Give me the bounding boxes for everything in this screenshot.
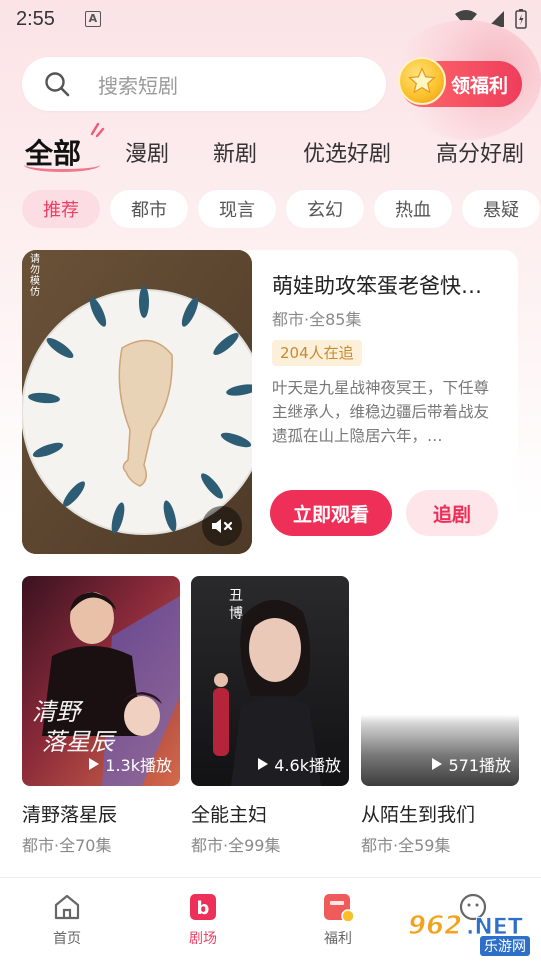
tab-new[interactable]: 新剧 bbox=[213, 136, 257, 168]
speaker-mute-icon bbox=[212, 519, 233, 533]
category-tabs: 全部 漫剧 新剧 优选好剧 高分好剧 bbox=[0, 122, 541, 178]
star-coin-icon bbox=[398, 57, 446, 105]
featured-meta: 都市·全85集 bbox=[272, 310, 362, 329]
search-placeholder: 搜索短剧 bbox=[98, 73, 178, 98]
cover-warning-text: 请勿模仿 bbox=[30, 254, 40, 298]
search-icon bbox=[45, 72, 70, 97]
nav-theater[interactable]: b 剧场 bbox=[163, 892, 243, 948]
chip-suspense[interactable]: 悬疑 bbox=[462, 190, 540, 228]
nav-welfare[interactable]: 福利 bbox=[298, 892, 378, 948]
gift-icon bbox=[324, 894, 354, 922]
svg-text:博: 博 bbox=[229, 605, 243, 622]
drama-meta: 都市·全99集 bbox=[191, 836, 281, 855]
drama-title: 清野落星辰 bbox=[22, 804, 118, 826]
drama-thumbnail[interactable]: 清野 落星辰 1.3k播放 bbox=[22, 576, 180, 786]
genre-chips: 推荐 都市 现言 玄幻 热血 悬疑 bbox=[0, 190, 541, 230]
cover-title-art: 清野 落星辰 bbox=[32, 698, 117, 756]
drama-grid: 清野 落星辰 1.3k播放 清野落星辰 都市·全70集 丑 博 4.6k播放 全… bbox=[0, 576, 541, 866]
chip-action[interactable]: 热血 bbox=[374, 190, 452, 228]
follow-drama-button[interactable]: 追剧 bbox=[406, 490, 498, 536]
chip-recommend[interactable]: 推荐 bbox=[22, 190, 100, 228]
chip-fantasy[interactable]: 玄幻 bbox=[286, 190, 364, 228]
svg-text:962: 962 bbox=[408, 911, 462, 941]
tab-comic[interactable]: 漫剧 bbox=[125, 136, 169, 168]
status-time: 2:55 bbox=[16, 7, 55, 30]
play-count: 571播放 bbox=[432, 752, 511, 776]
mute-button[interactable] bbox=[202, 506, 242, 546]
welfare-label: 领福利 bbox=[450, 74, 508, 97]
chip-romance[interactable]: 现言 bbox=[198, 190, 276, 228]
watermark-subtext: 乐游网 bbox=[480, 936, 530, 956]
watch-now-button[interactable]: 立即观看 bbox=[270, 490, 392, 536]
tab-selected[interactable]: 优选好剧 bbox=[303, 136, 391, 168]
tab-top-rated[interactable]: 高分好剧 bbox=[436, 136, 524, 168]
drama-title: 从陌生到我们 bbox=[361, 804, 476, 826]
featured-drama-card[interactable]: 请勿模仿 萌娃助攻笨蛋老爸快… 都市·全85集 204人在追 叶天是九星战神夜冥… bbox=[22, 250, 518, 554]
play-icon bbox=[89, 758, 100, 770]
drama-meta: 都市·全59集 bbox=[361, 836, 451, 855]
search-input[interactable]: 搜索短剧 bbox=[22, 57, 386, 111]
site-watermark: 962 .NET 乐游网 bbox=[404, 906, 536, 956]
featured-cover[interactable]: 请勿模仿 bbox=[22, 250, 252, 554]
followers-badge: 204人在追 bbox=[272, 340, 362, 366]
drama-title: 全能主妇 bbox=[191, 804, 268, 826]
active-tab-spark-icon bbox=[90, 122, 105, 138]
tab-all[interactable]: 全部 bbox=[25, 132, 81, 172]
cover-title-art: 丑 博 bbox=[229, 588, 243, 622]
notification-a-icon: A bbox=[84, 11, 101, 27]
featured-description: 叶天是九星战神夜冥王，下任尊主继承人，维稳边疆后带着战友遗孤在山上隐居六年，… bbox=[272, 379, 490, 445]
play-icon bbox=[258, 758, 269, 770]
svg-text:丑: 丑 bbox=[229, 588, 243, 604]
svg-text:b: b bbox=[197, 898, 210, 919]
play-count: 1.3k播放 bbox=[89, 752, 172, 776]
svg-text:清野: 清野 bbox=[32, 698, 84, 726]
drama-thumbnail[interactable]: 571播放 bbox=[361, 576, 519, 786]
drama-thumbnail[interactable]: 丑 博 4.6k播放 bbox=[191, 576, 349, 786]
welfare-button[interactable]: 领福利 bbox=[398, 57, 522, 107]
play-count: 4.6k播放 bbox=[258, 752, 341, 776]
featured-title: 萌娃助攻笨蛋老爸快… bbox=[272, 274, 482, 298]
nav-home[interactable]: 首页 bbox=[27, 892, 107, 948]
chip-urban[interactable]: 都市 bbox=[110, 190, 188, 228]
play-icon bbox=[432, 758, 443, 770]
theater-icon: b bbox=[190, 894, 216, 920]
home-icon bbox=[54, 894, 80, 920]
battery-icon bbox=[515, 9, 527, 29]
drama-meta: 都市·全70集 bbox=[22, 836, 112, 855]
